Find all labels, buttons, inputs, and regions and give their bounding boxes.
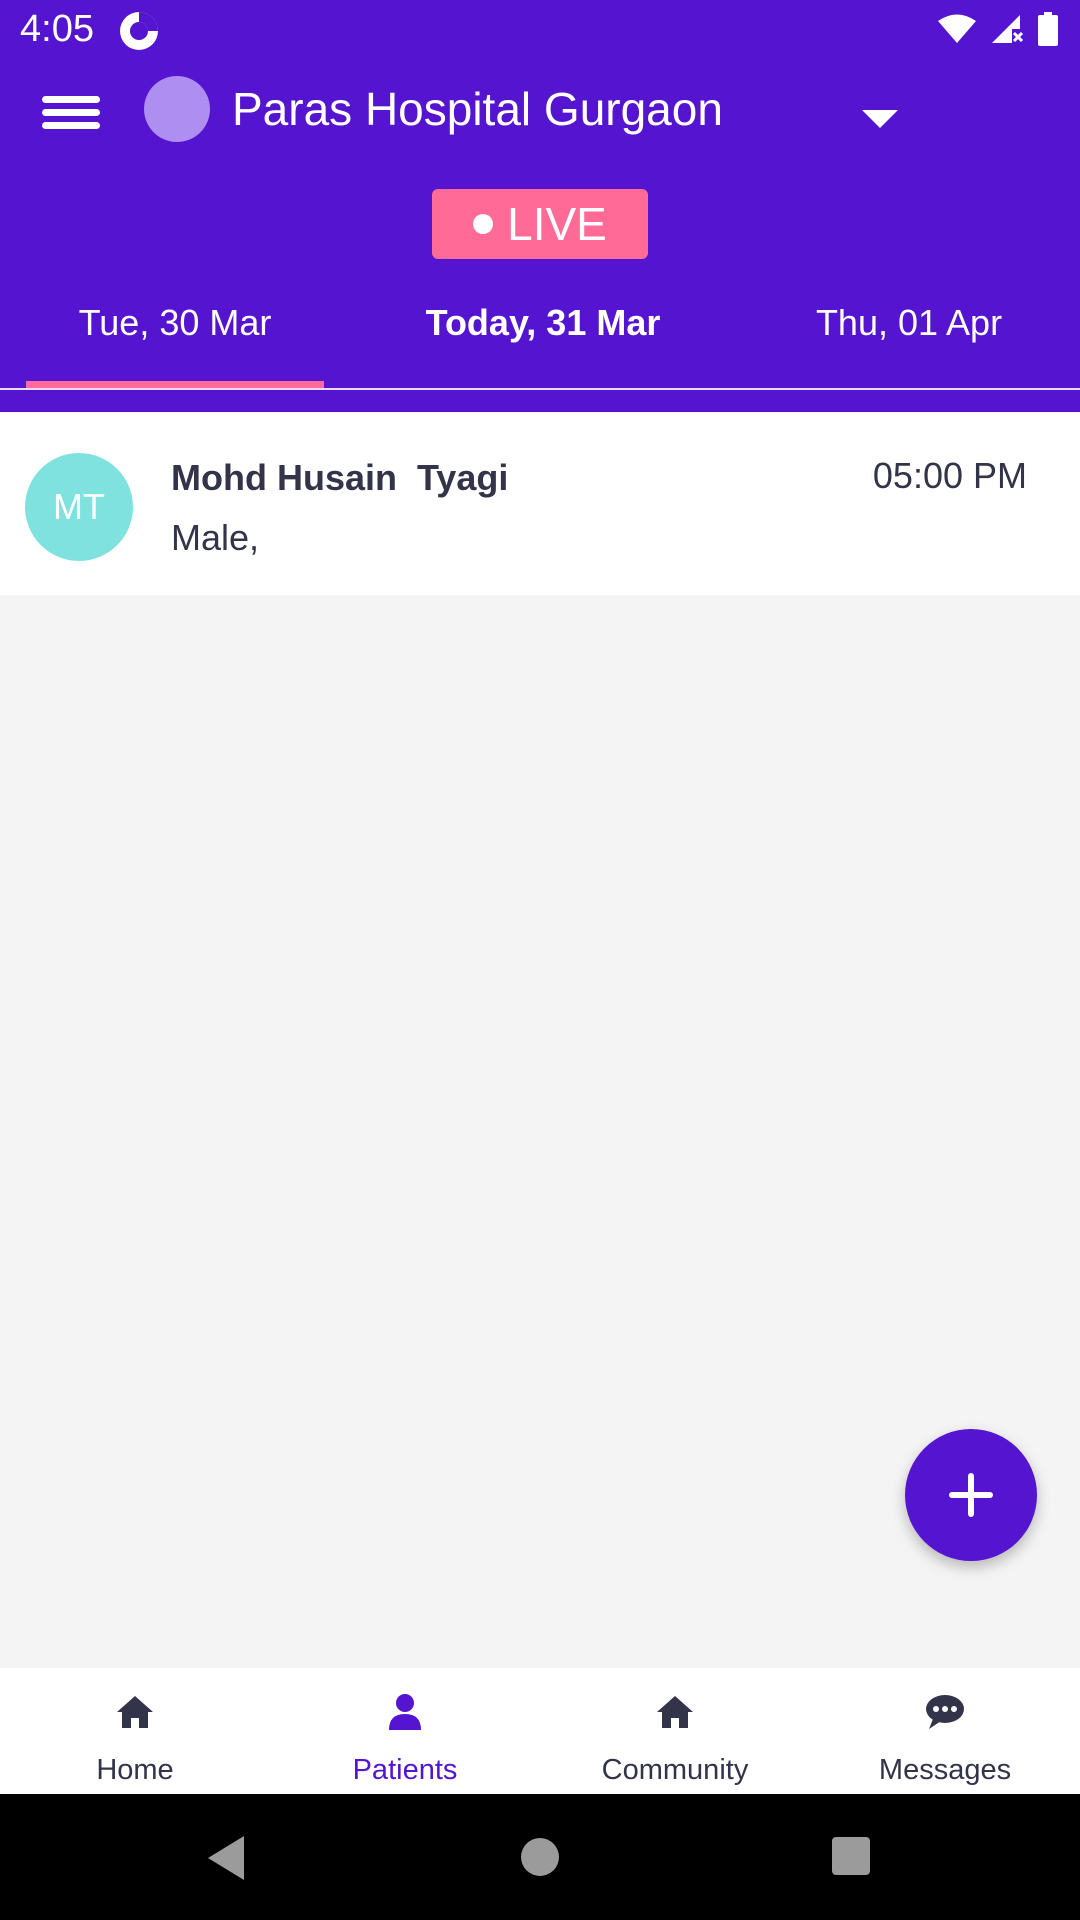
patient-gender: Male, [171,517,260,558]
status-icons [938,12,1058,46]
nav-item-community[interactable]: Community [540,1668,810,1794]
status-bar: 4:05 [0,0,1080,62]
nav-item-home[interactable]: Home [0,1668,270,1794]
home-icon [657,1696,693,1728]
home-circle-icon[interactable] [521,1838,559,1876]
live-badge[interactable]: LIVE [432,189,648,259]
app-notification-icon [120,12,158,50]
patient-name: Mohd Husain Tyagi [171,457,509,498]
live-label: LIVE [507,198,607,250]
back-icon[interactable] [208,1836,244,1880]
patient-avatar: MT [25,453,133,561]
nav-item-messages[interactable]: Messages [810,1668,1080,1794]
bottom-navigation: Home Patients Community Messages [0,1668,1080,1794]
cellular-signal-icon [992,15,1024,43]
recents-icon[interactable] [832,1837,870,1875]
nav-label-patients: Patients [352,1754,458,1786]
tab-previous-day[interactable]: Tue, 30 Mar [26,302,324,344]
appointment-time: 05:00 PM [872,455,1027,496]
appointment-list-item[interactable]: MT Mohd Husain Tyagi Male, 05:00 PM [0,413,1080,595]
live-dot-icon [473,214,494,234]
wifi-icon [938,14,976,43]
person-icon [389,1694,421,1730]
status-time: 4:05 [20,8,94,50]
chevron-down-icon[interactable] [862,110,898,128]
hospital-avatar[interactable] [144,76,210,142]
hospital-selector-title[interactable]: Paras Hospital Gurgaon [232,82,723,136]
battery-icon [1038,12,1058,46]
add-appointment-button[interactable] [905,1429,1037,1561]
nav-label-home: Home [96,1754,174,1786]
tab-next-day[interactable]: Thu, 01 Apr [760,302,1058,344]
home-icon [117,1696,153,1728]
nav-item-patients[interactable]: Patients [270,1668,540,1794]
app-header: 4:05 Paras Hospital Gurgaon LIVE Tue, 30… [0,0,1080,412]
tab-today[interactable]: Today, 31 Mar [380,302,706,344]
nav-label-messages: Messages [878,1754,1012,1786]
chat-bubble-icon [926,1695,964,1729]
nav-label-community: Community [601,1754,749,1786]
tab-divider [0,388,1080,390]
menu-icon[interactable] [42,96,100,130]
